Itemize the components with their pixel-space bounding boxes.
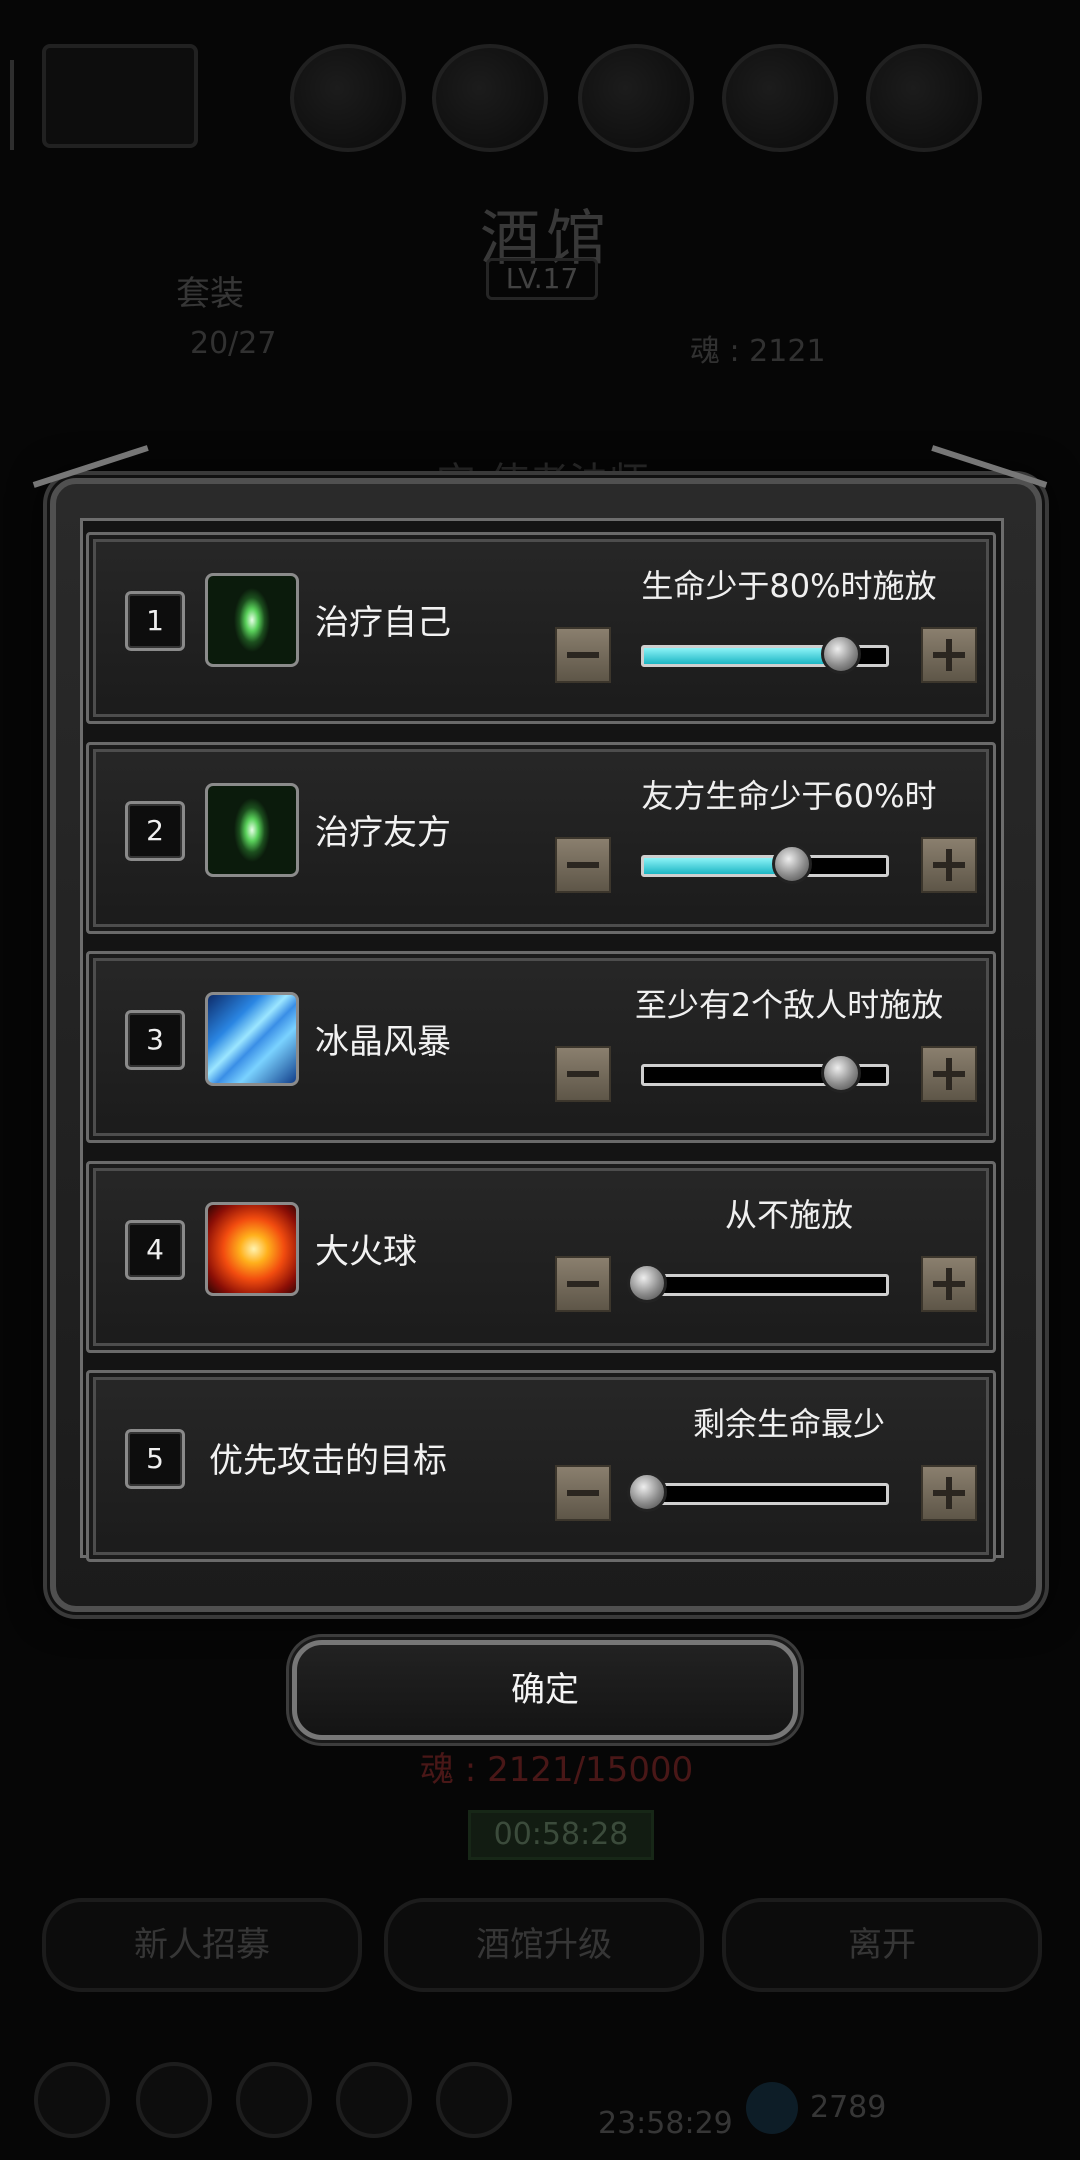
condition-slider[interactable]	[627, 1472, 889, 1512]
scroll-indicator	[10, 60, 14, 150]
tavern-level: LV.17	[486, 258, 598, 300]
increase-button[interactable]	[921, 1046, 977, 1102]
equipment-slot	[722, 44, 838, 152]
row-index: 1	[125, 591, 185, 651]
cast-condition: 从不施放	[724, 1196, 853, 1234]
skill-name: 冰晶风暴	[315, 1022, 451, 1062]
nav-icon	[436, 2062, 512, 2138]
slider-thumb[interactable]	[820, 1053, 861, 1093]
refresh-timer: 00:58:28	[468, 1810, 654, 1860]
hero-portrait	[42, 44, 198, 148]
skill-name: 大火球	[315, 1232, 417, 1272]
slider-thumb[interactable]	[627, 1472, 667, 1512]
condition-slider[interactable]	[641, 844, 889, 884]
nav-icon	[34, 2062, 110, 2138]
heal-icon	[205, 573, 299, 667]
equipment-slot	[866, 44, 982, 152]
decrease-button[interactable]	[555, 1256, 611, 1312]
increase-button[interactable]	[921, 627, 977, 683]
target-priority-label: 优先攻击的目标	[209, 1441, 447, 1481]
recruit-button: 新人招募	[42, 1898, 362, 1992]
target-priority-row: 5 优先攻击的目标 剩余生命最少	[86, 1370, 996, 1562]
confirm-button[interactable]: 确定	[292, 1640, 798, 1740]
soul-counter: 魂 : 2121/15000	[420, 1750, 694, 1790]
clock: 23:58:29	[598, 2106, 733, 2141]
nav-icon	[136, 2062, 212, 2138]
skill-name: 治疗友方	[315, 813, 451, 853]
stat-left: 20/27	[190, 326, 277, 361]
row-index: 3	[125, 1010, 185, 1070]
cast-condition: 至少有2个敌人时施放	[634, 986, 944, 1024]
skill-name: 治疗自己	[315, 603, 451, 643]
fireball-icon	[205, 1202, 299, 1296]
increase-button[interactable]	[921, 1256, 977, 1312]
skill-row-1: 1 治疗自己 生命少于80%时施放	[86, 532, 996, 724]
slider-thumb[interactable]	[627, 1263, 667, 1303]
cast-condition: 生命少于80%时施放	[641, 567, 937, 605]
nav-icon	[336, 2062, 412, 2138]
slider-thumb[interactable]	[772, 844, 813, 884]
decrease-button[interactable]	[555, 1046, 611, 1102]
increase-button[interactable]	[921, 1465, 977, 1521]
skill-row-4: 4 大火球 从不施放	[86, 1161, 996, 1353]
row-index: 2	[125, 801, 185, 861]
row-index: 4	[125, 1220, 185, 1280]
row-index: 5	[125, 1429, 185, 1489]
heal-icon	[205, 783, 299, 877]
skill-row-2: 2 治疗友方 友方生命少于60%时	[86, 742, 996, 934]
upgrade-tavern-button: 酒馆升级	[384, 1898, 704, 1992]
slider-fill	[644, 648, 838, 664]
equipment-slot	[290, 44, 406, 152]
condition-slider[interactable]	[641, 634, 889, 674]
equipment-slot	[578, 44, 694, 152]
stat-right: 魂 : 2121	[690, 334, 826, 369]
cast-condition: 友方生命少于60%时	[641, 777, 937, 815]
slider-thumb[interactable]	[820, 634, 861, 674]
target-condition: 剩余生命最少	[692, 1405, 885, 1443]
gem-icon	[746, 2082, 798, 2134]
condition-slider[interactable]	[641, 1053, 889, 1093]
decrease-button[interactable]	[555, 627, 611, 683]
money-counter: 2789	[810, 2090, 887, 2125]
increase-button[interactable]	[921, 837, 977, 893]
decrease-button[interactable]	[555, 1465, 611, 1521]
equipment-slot	[432, 44, 548, 152]
skill-row-3: 3 冰晶风暴 至少有2个敌人时施放	[86, 951, 996, 1143]
decrease-button[interactable]	[555, 837, 611, 893]
nav-icon	[236, 2062, 312, 2138]
slider-fill	[644, 858, 790, 874]
condition-slider[interactable]	[627, 1263, 889, 1303]
set-tab: 套装	[176, 274, 244, 314]
ice-storm-icon	[205, 992, 299, 1086]
leave-button: 离开	[722, 1898, 1042, 1992]
